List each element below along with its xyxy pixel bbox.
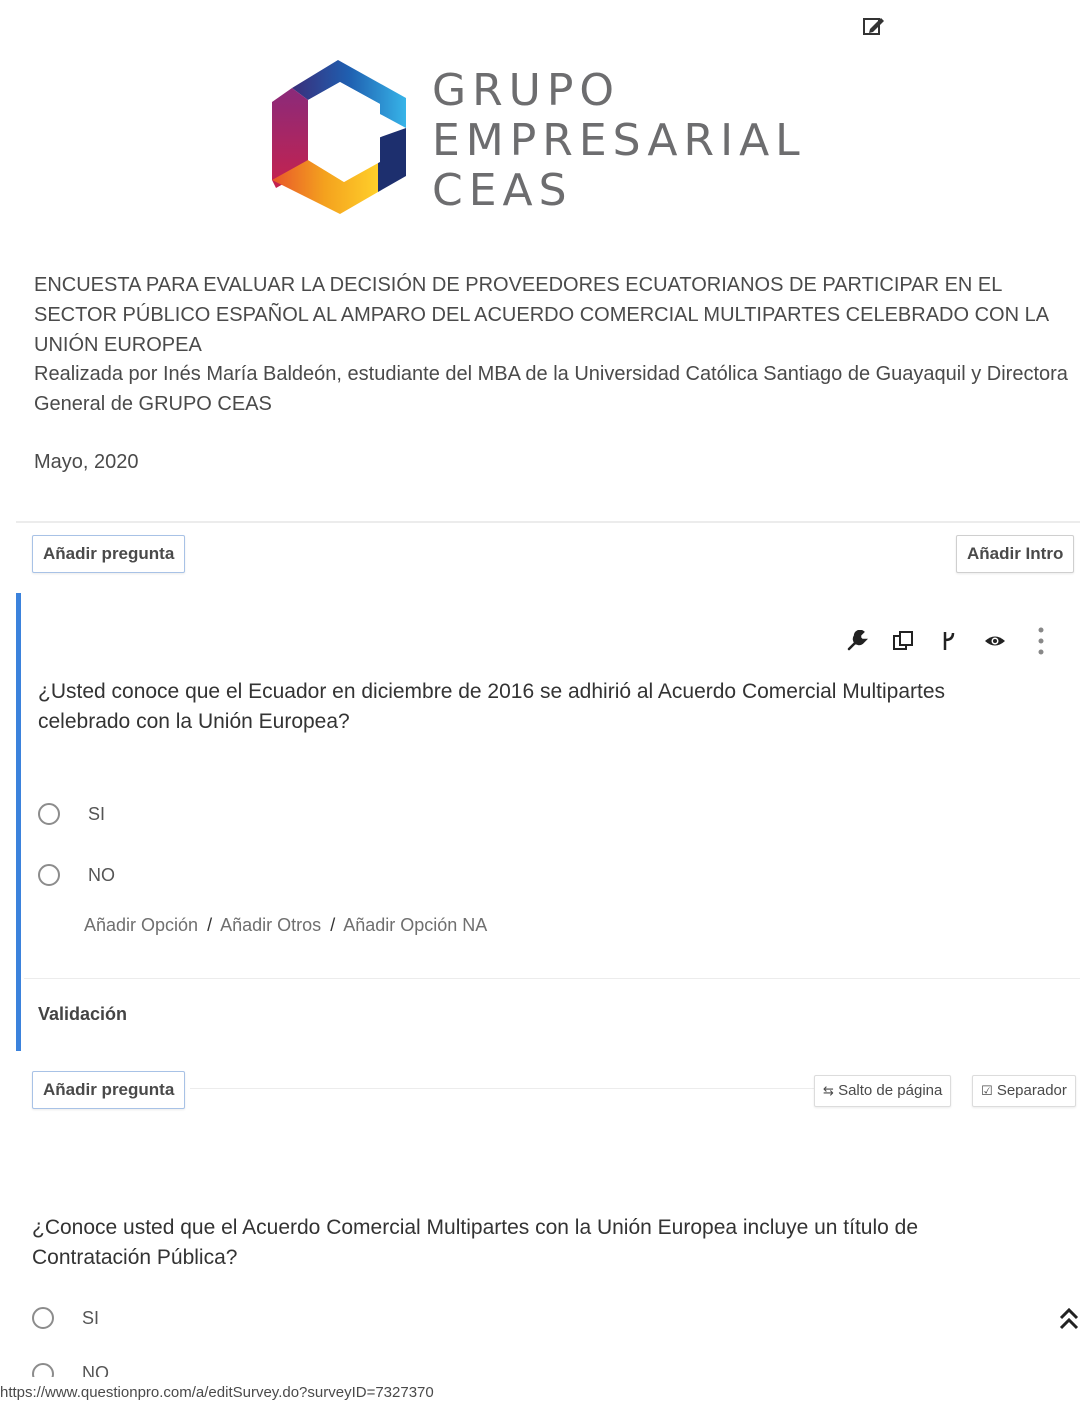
link-separator: /: [330, 915, 336, 935]
survey-author: Realizada por Inés María Baldeón, estudi…: [34, 363, 1068, 415]
option-label: SI: [82, 1307, 100, 1328]
radio-button[interactable]: [38, 864, 60, 886]
question-2-option-si[interactable]: SI: [32, 1303, 99, 1333]
status-bar-url: https://www.questionpro.com/a/editSurvey…: [0, 1384, 434, 1401]
page-break-button[interactable]: ⇆ Salto de página: [814, 1075, 952, 1107]
question-toolbar: [834, 623, 1064, 659]
question-divider: [24, 978, 1080, 979]
logo-line-3: CEAS: [432, 165, 573, 216]
add-intro-button[interactable]: Añadir Intro: [956, 535, 1075, 573]
logo-line-2: EMPRESARIAL: [432, 115, 806, 166]
company-logo: GRUPO EMPRESARIAL CEAS: [268, 58, 828, 218]
add-na-option-link[interactable]: Añadir Opción NA: [343, 915, 487, 935]
survey-date: Mayo, 2020: [34, 451, 139, 473]
page-break-label: Salto de página: [838, 1082, 943, 1099]
eye-icon[interactable]: [972, 623, 1018, 659]
option-label: NO: [88, 864, 115, 885]
scroll-to-top-icon[interactable]: [1058, 1304, 1080, 1334]
more-vertical-icon[interactable]: [1018, 623, 1064, 659]
question-1-option-si[interactable]: SI: [38, 799, 105, 829]
link-separator: /: [207, 915, 213, 935]
separator-icon: ☑: [981, 1083, 993, 1098]
radio-button[interactable]: [32, 1307, 54, 1329]
logo-wordmark: GRUPO EMPRESARIAL CEAS: [432, 66, 806, 216]
question-1-block[interactable]: ¿Usted conoce que el Ecuador en diciembr…: [16, 593, 1080, 1051]
radio-button[interactable]: [38, 803, 60, 825]
add-question-button-bottom[interactable]: Añadir pregunta: [32, 1071, 186, 1109]
question-1-option-no[interactable]: NO: [38, 860, 115, 890]
edit-icon[interactable]: [860, 12, 888, 40]
logo-line-1: GRUPO: [432, 65, 621, 116]
wrench-icon[interactable]: [834, 623, 880, 659]
page-break-icon: ⇆: [823, 1083, 834, 1098]
branch-icon[interactable]: [926, 623, 972, 659]
intro-divider: [16, 521, 1080, 523]
question-2-option-no[interactable]: NO: [32, 1363, 109, 1377]
toolbar-line: [190, 1088, 814, 1089]
survey-title: ENCUESTA PARA EVALUAR LA DECISIÓN DE PRO…: [34, 274, 1048, 356]
logo-mark-icon: [272, 60, 406, 214]
radio-button[interactable]: [32, 1363, 54, 1377]
add-other-link[interactable]: Añadir Otros: [220, 915, 321, 935]
add-question-button-top[interactable]: Añadir pregunta: [32, 535, 186, 573]
separator-label: Separador: [996, 1082, 1067, 1099]
validation-label[interactable]: Validación: [38, 1004, 127, 1025]
option-label: SI: [88, 803, 106, 824]
question-1-text: ¿Usted conoce que el Ecuador en diciembr…: [38, 680, 945, 733]
separator-button[interactable]: ☑ Separador: [972, 1075, 1076, 1107]
option-label: NO: [82, 1363, 109, 1377]
active-question-indicator: [16, 593, 21, 1051]
add-options-links: Añadir Opción / Añadir Otros / Añadir Op…: [84, 915, 487, 936]
question-2-text: ¿Conoce usted que el Acuerdo Comercial M…: [32, 1216, 919, 1269]
copy-icon[interactable]: [880, 623, 926, 659]
add-option-link[interactable]: Añadir Opción: [84, 915, 198, 935]
